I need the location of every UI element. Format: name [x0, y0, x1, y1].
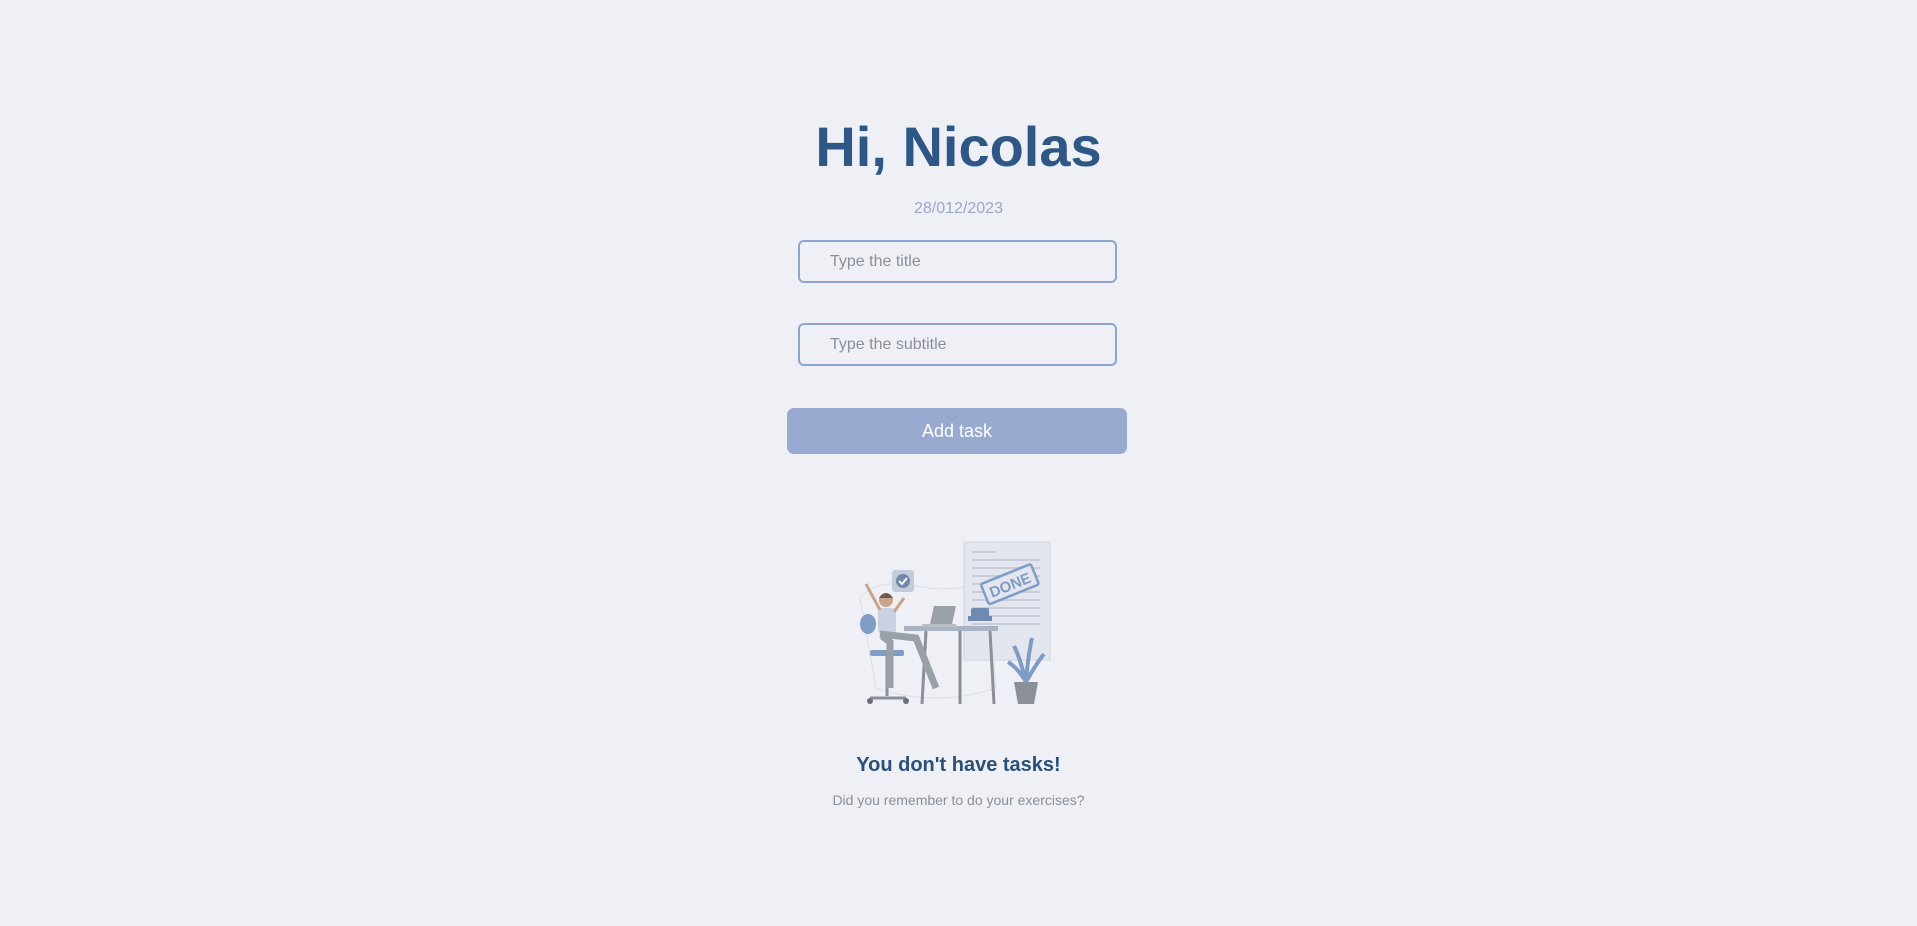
task-done-illustration-icon: DONE — [859, 541, 1051, 705]
task-page: Hi, Nicolas 28/012/2023 Add task DONE — [0, 0, 1917, 926]
empty-state-title: You don't have tasks! — [856, 754, 1061, 776]
empty-state-subtitle: Did you remember to do your exercises? — [832, 792, 1085, 808]
add-task-button[interactable]: Add task — [787, 408, 1127, 454]
title-input[interactable] — [798, 240, 1117, 283]
greeting-heading: Hi, Nicolas — [815, 115, 1102, 178]
subtitle-input[interactable] — [798, 323, 1117, 366]
current-date: 28/012/2023 — [914, 200, 1003, 217]
